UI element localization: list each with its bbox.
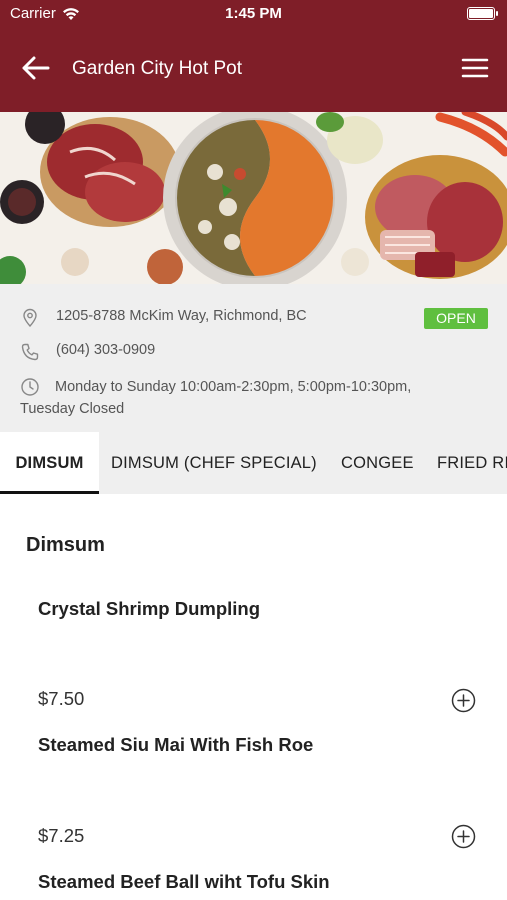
restaurant-hero-image — [0, 112, 507, 284]
status-bar: Carrier 1:45 PM — [0, 0, 507, 28]
location-pin-icon — [23, 308, 37, 328]
arrow-left-icon[interactable] — [20, 54, 52, 82]
clock: 1:45 PM — [225, 5, 282, 22]
tab-fried-rice[interactable]: FRIED RICE — [437, 432, 507, 494]
hours-line-2: Tuesday Closed — [20, 401, 125, 417]
status-badge: OPEN — [424, 308, 488, 329]
menu-item-name[interactable]: Steamed Siu Mai With Fish Roe — [38, 734, 313, 756]
category-tabs: DIMSUM DIMSUM (CHEF SPECIAL) CONGEE FRIE… — [0, 432, 507, 494]
app-header: Carrier 1:45 PM Garden City Hot Pot — [0, 0, 507, 112]
menu-list: Dimsum Crystal Shrimp Dumpling $7.50 Ste… — [0, 494, 507, 900]
menu-item-name[interactable]: Steamed Beef Ball wiht Tofu Skin — [38, 871, 330, 893]
tab-dimsum[interactable]: DIMSUM — [0, 432, 99, 494]
hours-line-1: Monday to Sunday 10:00am-2:30pm, 5:00pm-… — [55, 379, 412, 395]
address-text[interactable]: 1205-8788 McKim Way, Richmond, BC — [56, 308, 307, 324]
tab-dimsum-chef-special[interactable]: DIMSUM (CHEF SPECIAL) — [111, 432, 317, 494]
menu-item-price: $7.25 — [38, 825, 85, 846]
navigation-bar: Garden City Hot Pot — [0, 40, 507, 96]
tab-congee[interactable]: CONGEE — [341, 432, 414, 494]
hours-row: Monday to Sunday 10:00am-2:30pm, 5:00pm-… — [20, 376, 490, 420]
add-circle-icon[interactable] — [451, 824, 476, 849]
phone-icon — [21, 343, 39, 361]
address-row: 1205-8788 McKim Way, Richmond, BC — [20, 308, 307, 328]
battery-icon — [467, 7, 498, 20]
restaurant-info: 1205-8788 McKim Way, Richmond, BC OPEN (… — [0, 284, 507, 432]
phone-text[interactable]: (604) 303-0909 — [56, 342, 155, 358]
phone-row: (604) 303-0909 — [20, 342, 155, 362]
menu-item-price: $7.50 — [38, 688, 85, 709]
hamburger-menu-icon[interactable] — [461, 56, 489, 80]
section-title: Dimsum — [26, 534, 105, 556]
page-title: Garden City Hot Pot — [72, 58, 243, 79]
add-circle-icon[interactable] — [451, 688, 476, 713]
menu-item-name[interactable]: Crystal Shrimp Dumpling — [38, 598, 260, 620]
